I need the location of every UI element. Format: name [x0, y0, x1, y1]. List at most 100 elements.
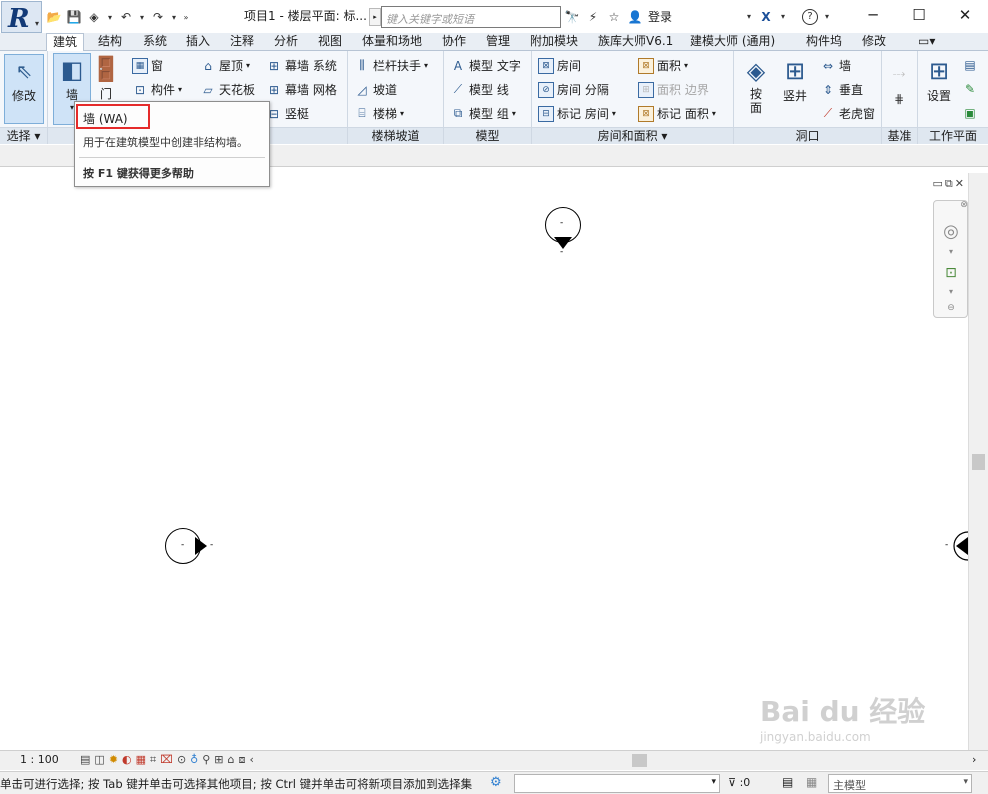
shaft-button[interactable]: ⊞ 竖井 — [778, 55, 812, 104]
zoom-region-icon[interactable]: ⊡ — [940, 265, 962, 281]
tab-architecture[interactable]: 建筑 — [46, 33, 85, 52]
tab-addins[interactable]: 附加模块 — [530, 33, 578, 51]
view-restore-icon[interactable]: ⧉ — [945, 177, 953, 191]
steering-wheel-icon[interactable]: ◎ — [940, 221, 962, 242]
tab-analyze[interactable]: 分析 — [274, 33, 298, 51]
view-close-icon[interactable]: ✕ — [955, 177, 964, 191]
selection-filter[interactable]: ⊽ :0 — [728, 776, 750, 789]
tab-massing-site[interactable]: 体量和场地 — [362, 33, 422, 51]
chevron-down-icon[interactable]: ▾ — [940, 287, 962, 296]
tab-annotate[interactable]: 注释 — [230, 33, 254, 51]
component-button[interactable]: ⊡ 构件 ▾ — [132, 81, 182, 98]
roof-button[interactable]: ⌂ 屋顶 ▾ — [200, 57, 250, 74]
chevron-down-icon[interactable]: ▾ — [779, 9, 787, 25]
design-options-icon[interactable]: ▤ — [782, 775, 793, 789]
crop-view-icon[interactable]: ⌗ — [150, 753, 156, 767]
undo-icon[interactable]: ↶ — [118, 9, 134, 25]
login-link[interactable]: 登录 — [648, 8, 672, 25]
editable-only-icon[interactable]: ▦ — [806, 775, 817, 789]
search-expand-icon[interactable]: ▸ — [369, 8, 381, 26]
visual-style-icon[interactable]: ◫ — [94, 753, 104, 767]
reveal-hidden-icon[interactable]: ⚲ — [202, 753, 210, 767]
tag-room-button[interactable]: ⊟ 标记 房间 ▾ — [538, 105, 616, 122]
chevron-down-icon[interactable]: ▾ — [106, 9, 114, 25]
redo-icon[interactable]: ↷ — [150, 9, 166, 25]
search-input[interactable]: 键入关键字或短语 — [381, 6, 561, 28]
grid-button[interactable]: ⋕ — [891, 91, 907, 107]
tab-modeling-master[interactable]: 建模大师 (通用) — [690, 33, 775, 51]
window-button[interactable]: ▦ 窗 — [132, 57, 163, 74]
door-button[interactable]: 🚪 门 — [91, 53, 121, 102]
minimize-button[interactable]: ─ — [850, 0, 896, 30]
save-icon[interactable]: 💾 — [66, 9, 82, 25]
drawing-canvas[interactable]: ▭ ⧉ ✕ - - - - - ⊗ ◎ ▾ ⊡ ▾ ⊖ — [0, 173, 968, 750]
vertical-scrollbar[interactable] — [968, 173, 988, 750]
set-workplane-button[interactable]: ⊞ 设置 — [922, 55, 956, 104]
ribbon-minimize-icon[interactable]: ▭▾ — [918, 33, 935, 51]
temporary-hide-icon[interactable]: ♁ — [190, 753, 198, 767]
sync-icon[interactable]: ◈ — [86, 9, 102, 25]
panel-title-select[interactable]: 选择 ▾ — [0, 127, 47, 144]
chevron-down-icon[interactable]: ▾ — [823, 9, 831, 25]
tab-structure[interactable]: 结构 — [98, 33, 122, 51]
favorites-icon[interactable]: ☆ — [606, 9, 622, 25]
tab-view[interactable]: 视图 — [318, 33, 342, 51]
shadows-icon[interactable]: ◐ — [122, 753, 132, 767]
workset-combo[interactable]: ▾ — [514, 774, 720, 793]
binoculars-icon[interactable]: 🔭 — [564, 9, 580, 25]
area-button[interactable]: ⊠ 面积 ▾ — [638, 57, 688, 74]
panel-title-workplane[interactable]: 工作平面 — [918, 127, 988, 144]
chevron-down-icon[interactable]: ▾ — [940, 247, 962, 256]
temporary-properties-icon[interactable]: ⊞ — [214, 753, 223, 767]
worksets-icon[interactable]: ⚙ — [490, 775, 502, 790]
application-menu-button[interactable]: R ▾ — [1, 1, 42, 34]
open-icon[interactable]: 📂 — [46, 9, 62, 25]
view-scale[interactable]: 1 : 100 — [20, 753, 59, 766]
by-face-button[interactable]: ◈ 按 面 — [740, 55, 772, 115]
wall-opening-button[interactable]: ⇔ 墙 — [820, 57, 851, 74]
analytical-model-icon[interactable]: ⌂ — [228, 753, 235, 767]
help-icon[interactable]: ? — [802, 8, 819, 25]
curtain-system-button[interactable]: ⊞ 幕墙 系统 — [266, 57, 337, 74]
tab-systems[interactable]: 系统 — [143, 33, 167, 51]
railing-button[interactable]: ⫼ 栏杆扶手 ▾ — [354, 57, 428, 74]
tab-manage[interactable]: 管理 — [486, 33, 510, 51]
close-icon[interactable]: ⊗ — [960, 200, 968, 210]
highlight-displacement-icon[interactable]: ⧈ — [238, 753, 245, 767]
viewer-button[interactable]: ▣ — [962, 105, 978, 121]
scroll-right-icon[interactable]: › — [972, 753, 976, 766]
tab-insert[interactable]: 插入 — [186, 33, 210, 51]
render-icon[interactable]: ▦ — [136, 753, 146, 767]
view-minimize-icon[interactable]: ▭ — [933, 177, 943, 191]
model-selector[interactable]: 主模型 ▾ — [828, 774, 972, 793]
show-workplane-button[interactable]: ▤ — [962, 57, 978, 73]
model-line-button[interactable]: ⟋ 模型 线 — [450, 81, 509, 98]
tab-family-library[interactable]: 族库大师V6.1 — [598, 33, 673, 51]
more-icon[interactable]: » — [182, 9, 190, 25]
chevron-down-icon[interactable]: ▾ — [745, 9, 753, 25]
mullion-button[interactable]: ⊟ 竖梃 — [266, 105, 309, 122]
panel-title-opening[interactable]: 洞口 — [734, 127, 881, 144]
sun-path-icon[interactable]: ✹ — [109, 753, 118, 767]
crop-region-icon[interactable]: ⌧ — [160, 753, 173, 767]
chevron-down-icon[interactable]: ▾ — [138, 9, 146, 25]
navbar-options-icon[interactable]: ⊖ — [940, 303, 962, 313]
panel-title-datum[interactable]: 基准 — [882, 127, 917, 144]
vertical-opening-button[interactable]: ⇕ 垂直 — [820, 81, 863, 98]
dormer-button[interactable]: ⟋ 老虎窗 — [820, 105, 875, 122]
horizontal-scroll-thumb[interactable] — [632, 754, 647, 767]
user-icon[interactable]: 👤 — [627, 9, 643, 25]
chevron-down-icon[interactable]: ▾ — [170, 9, 178, 25]
modify-button[interactable]: ⇖ 修改 — [4, 54, 44, 124]
horizontal-scrollbar[interactable] — [322, 754, 968, 767]
stair-button[interactable]: ⌸ 楼梯 ▾ — [354, 105, 404, 122]
detail-level-icon[interactable]: ▤ — [80, 753, 90, 767]
vertical-scroll-thumb[interactable] — [972, 454, 985, 470]
ref-plane-button[interactable]: ✎ — [962, 81, 978, 97]
scroll-left-icon[interactable]: ‹ — [249, 753, 253, 767]
tag-area-button[interactable]: ⊠ 标记 面积 ▾ — [638, 105, 716, 122]
ramp-button[interactable]: ◿ 坡道 — [354, 81, 397, 98]
exchange-apps-icon[interactable]: X — [758, 9, 774, 25]
tab-component-dock[interactable]: 构件坞 — [806, 33, 842, 51]
room-separator-button[interactable]: ⊘ 房间 分隔 — [538, 81, 609, 98]
